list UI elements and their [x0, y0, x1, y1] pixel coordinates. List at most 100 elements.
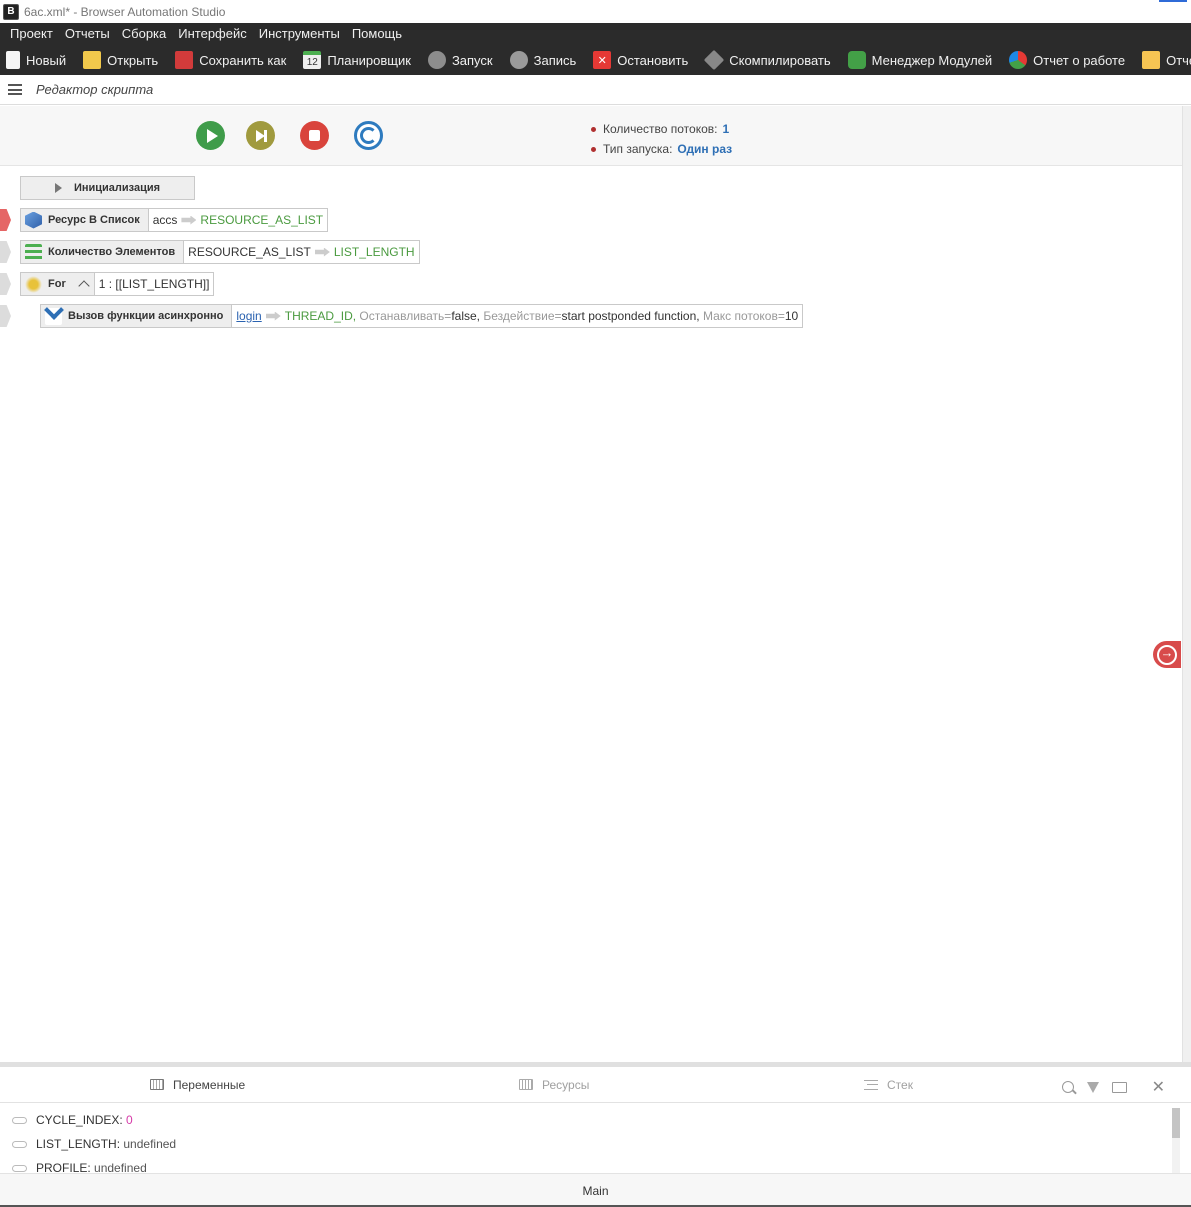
action-title: Вызов функции асинхронно: [68, 310, 224, 322]
cube-icon: [704, 49, 725, 71]
param-output: LIST_LENGTH: [333, 245, 415, 259]
tab-stack-label: Стек: [887, 1077, 913, 1092]
run-button-label: Запуск: [451, 52, 493, 68]
editor-scrollbar[interactable]: [1182, 106, 1191, 1062]
breakpoint-marker[interactable]: [0, 209, 11, 231]
action-row-resource-to-list[interactable]: Ресурс В Список accs RESOURCE_AS_LIST: [0, 208, 329, 232]
save-as-button-label: Сохранить как: [199, 52, 287, 68]
window-accent-mark: [1159, 0, 1187, 2]
action-title: For: [48, 278, 66, 290]
initialization-block[interactable]: Инициализация: [20, 176, 195, 200]
report-icon: [1142, 51, 1161, 69]
row-marker[interactable]: [0, 241, 11, 263]
tab-resources[interactable]: Ресурсы: [519, 1078, 589, 1092]
status-main-label[interactable]: Main: [582, 1184, 608, 1198]
action-row-count-elements[interactable]: Количество Элементов RESOURCE_AS_LIST LI…: [0, 240, 420, 264]
run-info: Количество потоков: 1 Тип запуска: Один …: [591, 119, 732, 159]
open-button[interactable]: Открыть: [83, 51, 158, 69]
scrollbar-thumb[interactable]: [1172, 1108, 1180, 1138]
variables-scrollbar[interactable]: [1172, 1108, 1180, 1178]
triangle-right-icon: [54, 183, 62, 193]
scheduler-button[interactable]: 12 Планировщик: [303, 51, 411, 69]
variables-list: CYCLE_INDEX: 0 LIST_LENGTH: undefined PR…: [0, 1108, 1171, 1178]
row-marker[interactable]: [0, 273, 11, 295]
action-name[interactable]: Количество Элементов: [20, 240, 185, 264]
action-name[interactable]: For: [20, 272, 95, 296]
hamburger-menu-icon[interactable]: [8, 84, 22, 95]
action-row-for-loop[interactable]: For 1 : [[LIST_LENGTH]]: [0, 272, 215, 296]
menu-help[interactable]: Помощь: [346, 23, 408, 45]
record-icon: [509, 51, 528, 69]
stop-x-icon: ✕: [593, 51, 612, 69]
record-button-label: Запись: [533, 52, 577, 68]
action-name[interactable]: Вызов функции асинхронно: [40, 299, 233, 328]
menu-build[interactable]: Сборка: [116, 23, 173, 45]
work-report-button[interactable]: Отчет о работе: [1009, 51, 1125, 69]
param-output: RESOURCE_AS_LIST: [200, 213, 324, 227]
stop-script-button[interactable]: [300, 121, 329, 150]
report-button-label: Отчет о: [1166, 52, 1191, 68]
record-button[interactable]: Запись: [509, 51, 577, 69]
report-button[interactable]: Отчет о: [1142, 51, 1191, 69]
title-bar: B 6ac.xml* - Browser Automation Studio: [0, 0, 1191, 23]
side-panel-toggle-icon[interactable]: [1153, 641, 1181, 668]
folder-icon[interactable]: [1111, 1081, 1127, 1093]
tab-stack[interactable]: Стек: [864, 1078, 913, 1092]
param-max-value: 10: [784, 309, 799, 323]
resource-cube-icon: [25, 211, 42, 229]
main-toolbar: Новый Открыть Сохранить как 12 Планировщ…: [0, 45, 1191, 75]
list-item[interactable]: LIST_LENGTH: undefined: [0, 1132, 1171, 1156]
new-button[interactable]: Новый: [6, 51, 66, 69]
panel-tools: ✕: [1061, 1077, 1165, 1097]
action-title: Количество Элементов: [48, 246, 176, 258]
script-canvas: Инициализация Ресурс В Список accs RESOU…: [0, 167, 1182, 1062]
stop-button[interactable]: ✕ Остановить: [593, 51, 688, 69]
launch-type-value[interactable]: Один раз: [677, 142, 732, 156]
link-icon: [12, 1116, 27, 1124]
launch-type-line: Тип запуска: Один раз: [591, 139, 732, 159]
save-as-button[interactable]: Сохранить как: [175, 51, 286, 69]
param-input: RESOURCE_AS_LIST: [188, 245, 311, 259]
variable-value: 0: [126, 1113, 133, 1127]
param-stop-key: Останавливать=: [359, 309, 452, 323]
module-manager-button[interactable]: Менеджер Модулей: [847, 51, 992, 69]
action-params[interactable]: accs RESOURCE_AS_LIST: [148, 208, 329, 232]
action-name[interactable]: Ресурс В Список: [20, 208, 149, 232]
filter-icon[interactable]: [1086, 1081, 1099, 1093]
link-icon: [12, 1140, 27, 1148]
window-title: 6ac.xml* - Browser Automation Studio: [24, 4, 226, 19]
work-report-button-label: Отчет о работе: [1033, 52, 1126, 68]
action-row-async-call[interactable]: Вызов функции асинхронно login THREAD_ID…: [0, 299, 804, 328]
list-item[interactable]: CYCLE_INDEX: 0: [0, 1108, 1171, 1132]
menu-interface[interactable]: Интерфейс: [172, 23, 252, 45]
action-params[interactable]: login THREAD_ID, Останавливать= false, Бе…: [232, 304, 804, 328]
close-icon[interactable]: ✕: [1152, 1077, 1165, 1097]
action-params[interactable]: RESOURCE_AS_LIST LIST_LENGTH: [184, 240, 420, 264]
play-button[interactable]: [196, 121, 225, 150]
search-icon[interactable]: [1061, 1081, 1074, 1093]
threads-value[interactable]: 1: [723, 122, 730, 136]
run-button[interactable]: Запуск: [427, 51, 493, 69]
menu-bar: Проект Отчеты Сборка Интерфейс Инструмен…: [0, 23, 1191, 45]
menu-tools[interactable]: Инструменты: [253, 23, 346, 45]
step-next-button[interactable]: [246, 121, 275, 150]
menu-project[interactable]: Проект: [4, 23, 59, 45]
resources-icon: [519, 1079, 533, 1090]
async-branch-icon: [44, 299, 64, 325]
arrow-right-icon: [265, 311, 281, 321]
scheduler-button-label: Планировщик: [327, 52, 411, 68]
variable-value: undefined: [123, 1137, 177, 1151]
function-link[interactable]: login: [236, 309, 261, 323]
threads-label: Количество потоков:: [603, 122, 718, 136]
bullet-icon: [591, 126, 596, 132]
chevron-up-icon[interactable]: [78, 280, 90, 292]
param-input: accs: [152, 213, 178, 227]
compile-button[interactable]: Скомпилировать: [704, 49, 831, 71]
row-marker[interactable]: [0, 305, 11, 327]
open-button-label: Открыть: [107, 52, 159, 68]
restart-button[interactable]: [354, 121, 383, 150]
initialization-label: Инициализация: [73, 182, 161, 194]
menu-reports[interactable]: Отчеты: [59, 23, 116, 45]
action-params[interactable]: 1 : [[LIST_LENGTH]]: [94, 272, 215, 296]
tab-variables[interactable]: Переменные: [150, 1078, 245, 1092]
